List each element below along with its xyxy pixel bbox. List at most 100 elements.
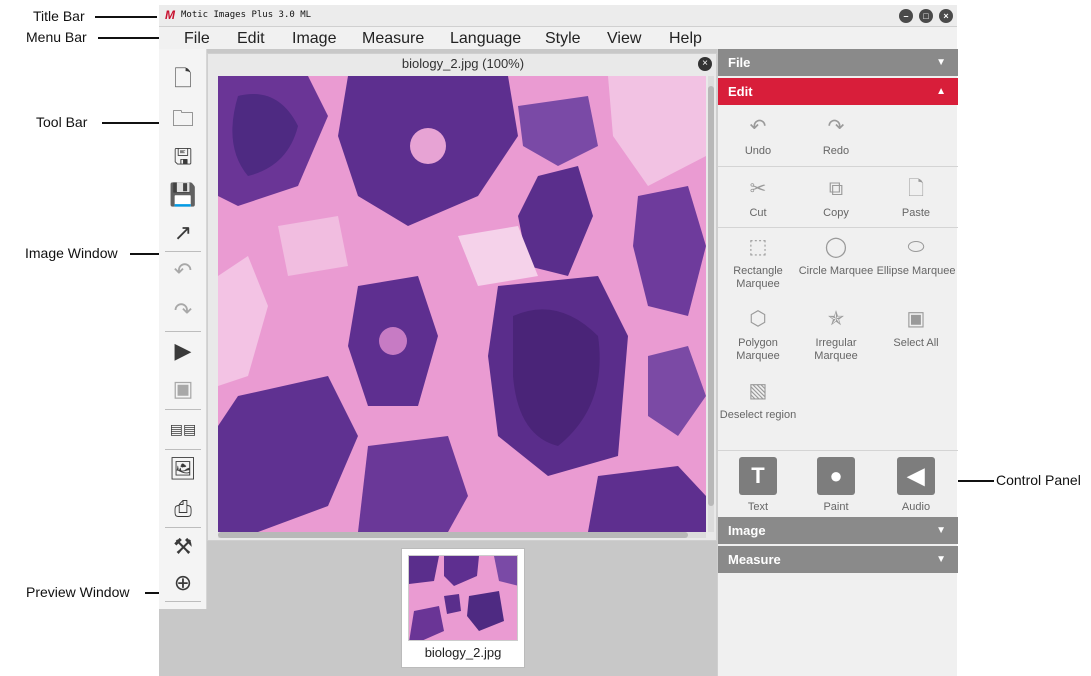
vertical-scroll-thumb[interactable] [708,86,714,506]
print-icon[interactable]: ⎙ [169,495,197,523]
rectangle-marquee-button[interactable]: ⬚ Rectangle Marquee [718,235,798,291]
close-icon[interactable]: × [939,9,953,23]
toolbar-separator [165,331,201,332]
callout-tool-bar: Tool Bar [36,114,88,130]
copy-button[interactable]: ⧉ Copy [796,177,876,220]
copy-icon: ⧉ [828,178,844,200]
panel-separator [718,166,958,167]
control-panel: File ▼ Edit ▲ ↶ Undo ↷ Redo ✂ Cut ⧉ Copy… [717,49,958,676]
callout-control-panel: Control Panel [996,472,1081,488]
video-preview-icon[interactable]: ▣ [169,375,197,403]
menu-help[interactable]: Help [669,30,702,48]
image-window-title: biology_2.jpg (100%) [401,56,525,71]
deselect-region-label: Deselect region [719,409,797,421]
circle-marquee-label: Circle Marquee [798,265,874,277]
video-capture-icon[interactable]: ▶ [169,337,197,365]
deselect-region-button[interactable]: ▧ Deselect region [718,379,798,422]
irregular-marquee-label: Irregular Marquee [814,337,858,362]
menu-style[interactable]: Style [545,30,581,48]
new-file-icon[interactable]: 🗋 [169,65,197,93]
paint-button[interactable]: ● Paint [796,457,876,514]
chevron-down-icon: ▼ [936,554,946,565]
horizontal-scroll-thumb[interactable] [218,532,688,538]
edit-section-label: Edit [728,84,753,99]
chevron-down-icon: ▼ [936,57,946,68]
paint-label: Paint [823,501,849,513]
undo-button[interactable]: ↶ Undo [718,115,798,158]
tissue-svg [218,76,706,532]
panel-separator [718,227,958,228]
redo-arrow-icon: ↷ [827,116,845,138]
microscope-image[interactable] [218,76,706,532]
polygon-marquee-label: Polygon Marquee [736,337,780,362]
copy-label: Copy [823,207,849,219]
callout-line-menu-bar [98,37,168,39]
paste-button[interactable]: 🗋 Paste [876,177,956,220]
toolbar-separator [165,449,201,450]
toolbar-separator [165,601,201,602]
thumbnail-image [408,555,518,641]
maximize-icon[interactable]: □ [919,9,933,23]
callout-menu-bar: Menu Bar [26,29,87,45]
tools-icon[interactable]: ⚒ [169,533,197,561]
export-icon[interactable]: ↗ [169,219,197,247]
select-all-icon: ▣ [906,308,926,330]
text-icon: T [739,457,777,495]
app-logo-icon: M [165,8,175,22]
polygon-marquee-icon: ⬡ [749,308,767,330]
callout-line-control-panel [958,480,994,482]
image-close-icon[interactable]: × [698,57,712,71]
compare-icon[interactable]: ▤▤ [169,415,197,443]
measure-section-header[interactable]: Measure ▼ [718,546,958,573]
chevron-up-icon: ▲ [936,86,946,97]
menu-edit[interactable]: Edit [237,30,265,48]
redo-icon[interactable]: ↷ [169,297,197,325]
text-button[interactable]: T Text [718,457,798,514]
irregular-marquee-button[interactable]: ✯ Irregular Marquee [796,307,876,363]
redo-button[interactable]: ↷ Redo [796,115,876,158]
polygon-marquee-button[interactable]: ⬡ Polygon Marquee [718,307,798,363]
image-window: biology_2.jpg (100%) × [207,53,717,541]
menu-measure[interactable]: Measure [362,30,424,48]
measure-section-label: Measure [728,552,781,567]
menu-file[interactable]: File [184,30,210,48]
redo-label: Redo [822,145,850,157]
menu-language[interactable]: Language [450,30,521,48]
callout-image-window: Image Window [25,245,118,261]
open-folder-icon[interactable]: 🗀 [169,105,197,133]
circle-marquee-button[interactable]: ◯ Circle Marquee [796,235,876,278]
rectangle-marquee-label: Rectangle Marquee [733,265,783,290]
cut-button[interactable]: ✂ Cut [718,177,798,220]
undo-icon[interactable]: ↶ [169,257,197,285]
tool-bar: 🗋 🗀 🖫 💾 ↗ ↶ ↷ ▶ ▣ ▤▤ 🖼 ⎙ ⚒ ⊕ [159,49,207,609]
menu-view[interactable]: View [607,30,641,48]
menu-image[interactable]: Image [292,30,336,48]
file-section-label: File [728,55,751,70]
callout-title-bar: Title Bar [33,8,85,24]
file-section-header[interactable]: File ▼ [718,49,958,76]
zoom-in-icon[interactable]: ⊕ [169,569,197,597]
audio-button[interactable]: ◀ Audio [876,457,956,514]
callout-line-tool-bar [102,122,166,124]
gallery-icon[interactable]: 🖼 [169,455,197,483]
undo-arrow-icon: ↶ [749,116,767,138]
image-section-header[interactable]: Image ▼ [718,517,958,544]
ellipse-marquee-button[interactable]: ⬭ Ellipse Marquee [876,235,956,278]
save-icon[interactable]: 🖫 [169,143,197,171]
panel-separator [718,450,958,451]
text-label: Text [747,501,769,513]
edit-section-header[interactable]: Edit ▲ [718,78,958,105]
select-all-label: Select All [893,337,939,349]
horizontal-scrollbar[interactable] [218,532,706,538]
callout-preview-window: Preview Window [26,584,130,600]
app-title: Motic Images Plus 3.0 ML [181,10,312,20]
select-all-button[interactable]: ▣ Select All [876,307,956,350]
preview-thumbnail[interactable]: biology_2.jpg [401,548,525,668]
minimize-icon[interactable]: – [899,9,913,23]
toolbar-separator [165,527,201,528]
ellipse-marquee-label: Ellipse Marquee [876,265,956,277]
rectangle-marquee-icon: ⬚ [748,236,768,258]
vertical-scrollbar[interactable] [708,76,714,532]
save-as-icon[interactable]: 💾 [169,181,197,209]
application-window: M Motic Images Plus 3.0 ML – □ × File Ed… [159,5,958,676]
